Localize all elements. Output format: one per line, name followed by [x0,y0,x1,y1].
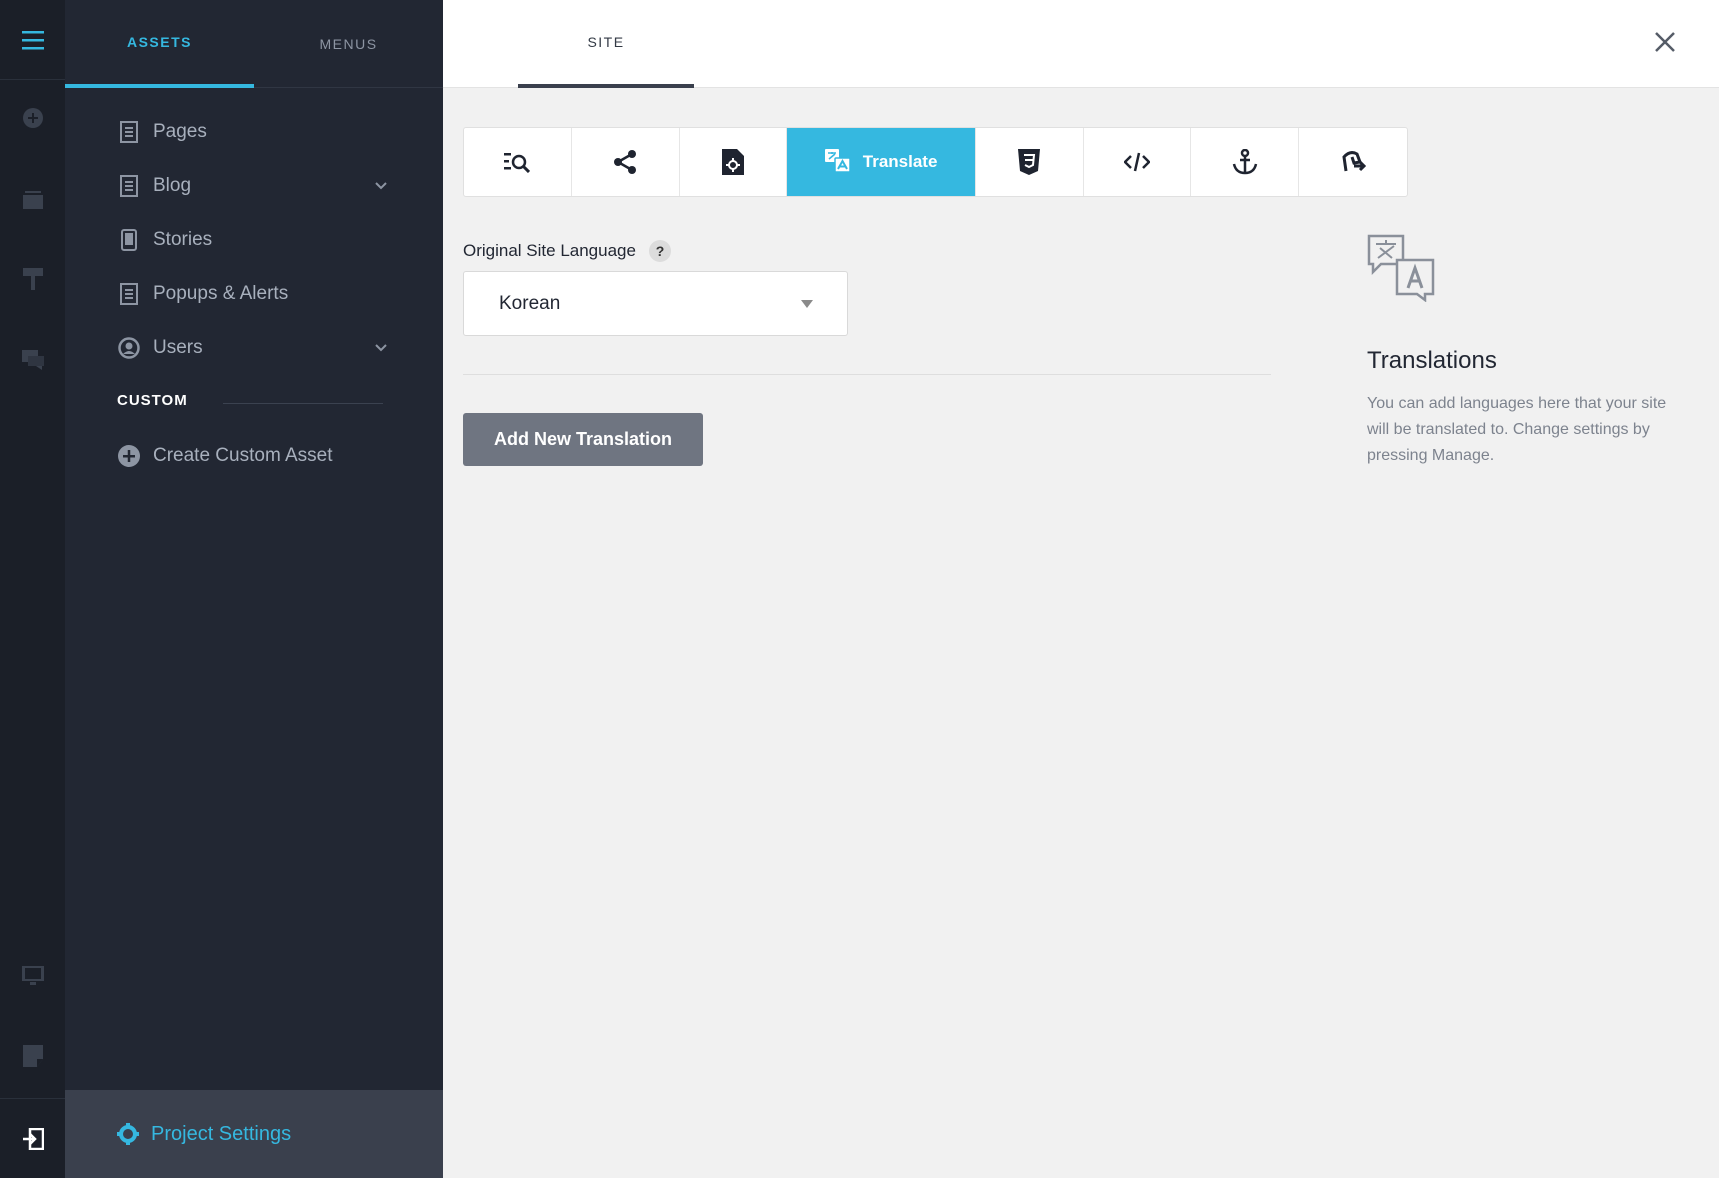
user-circle-icon [117,336,141,360]
asset-item-label: Popups & Alerts [153,283,289,304]
asset-item-label: Pages [153,121,207,142]
tab-menus[interactable]: MENUS [254,0,443,88]
form-divider [463,374,1271,375]
paint-roller-icon [22,268,43,290]
gear-icon [117,1123,139,1145]
asset-item-label: Blog [153,175,192,196]
asset-item-label: Stories [153,229,213,250]
note-icon [22,1045,43,1067]
comments-icon [21,350,44,370]
asset-item-users[interactable]: Users [117,332,203,364]
tool-anchor[interactable] [1191,128,1300,196]
seo-search-icon [504,153,531,173]
page-icon [117,120,141,144]
notes-button[interactable] [0,1032,65,1080]
phone-icon [117,228,141,252]
add-new-translation-button[interactable]: Add New Translation [463,413,703,466]
tool-share[interactable] [572,128,680,196]
tool-file-settings[interactable] [680,128,788,196]
language-select-value: Korean [499,292,561,314]
layers-icon [22,191,43,209]
asset-item-stories[interactable]: Stories [117,224,212,256]
monitor-icon [21,966,44,985]
help-icon[interactable]: ? [648,240,671,262]
translations-description: You can add languages here that your sit… [1367,395,1667,464]
chevron-down-icon[interactable] [374,341,388,355]
close-icon [1655,32,1675,52]
menu-toggle[interactable] [0,0,65,80]
plus-circle-icon [117,444,141,468]
translations-icon [1367,234,1435,303]
settings-header: SITE [443,0,1719,88]
tab-site[interactable]: SITE [518,0,694,88]
language-label: Original Site Language ? [463,240,671,262]
create-custom-label: Create Custom Asset [153,445,333,466]
translations-title: Translations [1367,347,1497,374]
project-settings-label: Project Settings [151,1122,292,1145]
caret-down-icon [801,300,813,308]
anchor-icon [1232,149,1258,175]
settings-main: SITE Translate Original Site Language ? … [443,0,1719,1178]
sections-button[interactable] [0,176,65,224]
language-label-text: Original Site Language [463,241,636,260]
exit-icon [22,1127,44,1150]
language-select[interactable]: Korean [463,271,848,336]
add-element-button[interactable] [0,94,65,142]
assets-panel: ASSETS MENUS Pages Blog Stories Popups &… [65,0,443,1178]
asset-item-blog[interactable]: Blog [117,170,191,202]
page-icon [117,282,141,306]
code-icon [1124,152,1151,172]
plus-circle-icon [22,108,43,128]
tool-code[interactable] [1084,128,1192,196]
tool-seo[interactable] [464,128,572,196]
hamburger-icon [21,30,44,49]
tool-redirect[interactable] [1299,128,1407,196]
custom-divider [223,403,383,404]
redirect-icon [1342,151,1367,172]
panel-tabs: ASSETS MENUS [65,0,443,88]
css3-icon [1018,149,1041,175]
asset-item-popups[interactable]: Popups & Alerts [117,278,288,310]
tab-assets[interactable]: ASSETS [65,0,254,88]
close-button[interactable] [1651,28,1679,56]
tool-translate-label: Translate [862,152,938,171]
tool-css[interactable] [976,128,1084,196]
preview-button[interactable] [0,952,65,1000]
comments-button[interactable] [0,336,65,384]
chevron-down-icon[interactable] [374,179,388,193]
translations-info: Translations You can add languages here … [1367,234,1687,469]
file-settings-icon [721,149,744,175]
tool-translate[interactable]: Translate [787,128,976,196]
translate-icon [824,149,851,173]
design-button[interactable] [0,255,65,303]
icon-rail [0,0,65,1178]
settings-toolbar: Translate [463,127,1408,197]
page-icon [117,174,141,198]
create-custom-asset-button[interactable]: Create Custom Asset [117,440,333,472]
custom-heading: CUSTOM [117,392,188,409]
project-settings-button[interactable]: Project Settings [65,1090,443,1178]
asset-item-label: Users [153,337,203,358]
share-icon [614,150,637,174]
exit-button[interactable] [0,1098,65,1178]
asset-item-pages[interactable]: Pages [117,116,207,148]
